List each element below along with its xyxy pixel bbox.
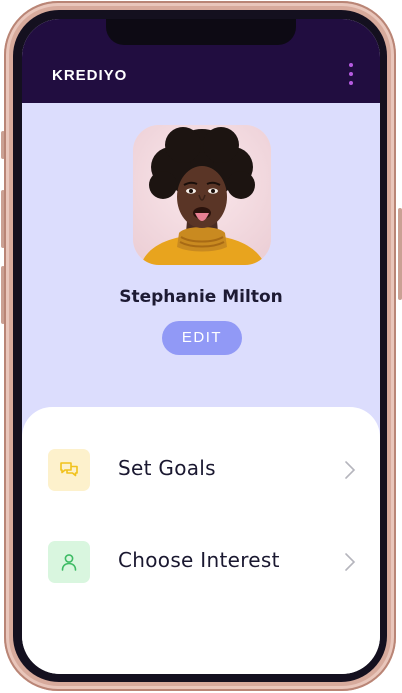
chevron-right-icon — [345, 461, 356, 479]
choose-interest-icon-tile — [48, 541, 90, 583]
power-button — [398, 208, 402, 300]
device-mockup: KREDIYO Stephanie Milton EDIT Set Goals … — [0, 0, 402, 693]
chevron-right-icon — [345, 553, 356, 571]
choose-interest-item[interactable]: Choose Interest — [22, 539, 380, 599]
edit-profile-button[interactable]: EDIT — [162, 321, 242, 355]
more-options-dot — [349, 81, 353, 85]
user-name: Stephanie Milton — [119, 287, 283, 307]
brand-title: KREDIYO — [52, 67, 128, 84]
profile-section: Stephanie Milton EDIT — [22, 103, 380, 443]
set-goals-label: Set Goals — [118, 456, 216, 480]
set-goals-item[interactable]: Set Goals — [22, 447, 380, 507]
avatar-image — [133, 125, 271, 265]
notch — [106, 19, 296, 45]
more-options-icon — [349, 63, 353, 67]
choose-interest-label: Choose Interest — [118, 548, 280, 572]
more-options-button[interactable] — [340, 63, 362, 89]
avatar — [133, 125, 271, 265]
set-goals-icon-tile — [48, 449, 90, 491]
app-screen: KREDIYO Stephanie Milton EDIT Set Goals … — [22, 19, 380, 674]
menu-card: Set Goals Choose Interest — [22, 407, 380, 674]
user-icon — [61, 554, 77, 571]
more-options-dot — [349, 72, 353, 76]
chat-bubbles-icon — [60, 462, 78, 477]
